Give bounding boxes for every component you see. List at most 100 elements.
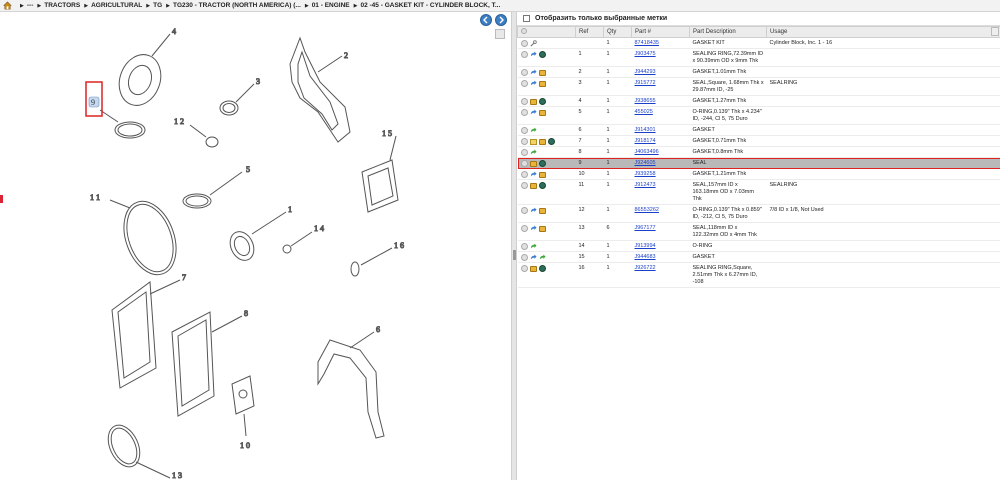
breadcrumb-item[interactable]: 02 -45 - GASKET KIT - CYLINDER BLOCK, T.… [360,2,500,9]
row-options-icon[interactable] [520,127,528,134]
callout-11[interactable]: 1 1 [90,193,101,203]
part-number-link[interactable]: J903475 [635,51,656,57]
info-arrow-icon[interactable] [530,51,537,58]
part-number-link[interactable]: J926722 [635,265,656,271]
info-arrow-icon[interactable] [530,109,537,116]
parts-row[interactable]: 3 1 J915772 SEAL,Square, 1.68mm Thk x 29.87… [517,77,1000,96]
globe-icon[interactable] [538,160,546,167]
part-number-link[interactable]: J915772 [635,80,656,86]
part-15-gasket[interactable] [361,135,399,213]
row-options-icon[interactable] [520,138,528,145]
callout-16[interactable]: 1 6 [394,241,405,251]
replacement-arrow-icon[interactable] [530,243,537,250]
info-arrow-icon[interactable] [530,225,537,232]
row-options-icon[interactable] [520,40,528,47]
part-number-link[interactable]: J924605 [635,160,656,166]
replacement-arrow-icon[interactable] [530,127,537,134]
part-12-o-ring[interactable] [189,124,219,148]
callout-2[interactable]: 2 [344,51,349,61]
callout-13[interactable]: 1 3 [172,471,183,480]
part-number-link[interactable]: 455025 [635,109,653,115]
part-13-seal[interactable] [102,420,171,479]
breadcrumb-item[interactable]: --- [27,2,34,9]
parts-row[interactable]: 1 87418435 GASKET KIT Cylinder Block, Inc. … [517,37,1000,49]
parts-row[interactable]: 2 1 J944293 GASKET,1.01mm Thk [517,66,1000,78]
callout-15[interactable]: 1 5 [382,129,393,139]
row-options-icon[interactable] [520,69,528,76]
callout-7[interactable]: 7 [182,273,187,283]
row-options-icon[interactable] [520,265,528,272]
part-2-gasket[interactable] [289,36,351,143]
parts-row[interactable]: 11 1 J912473 SEAL,157mm ID x 163.18mm OD x … [517,179,1000,205]
parts-row[interactable]: 6 1 J914301 GASKET [517,124,1000,136]
part-8-gasket[interactable] [171,311,243,417]
part-5-o-ring[interactable] [182,171,243,209]
callout-3[interactable]: 3 [256,77,261,87]
breadcrumb-item[interactable]: TRACTORS [44,2,80,9]
package-icon[interactable] [538,207,546,214]
parts-row[interactable]: 4 1 J938655 GASKET,1.27mm Thk [517,95,1000,107]
parts-row[interactable]: 12 1 86553262 O-RING,0.139" Thk x 0.859" ID… [517,204,1000,223]
part-3-seal[interactable] [219,83,255,116]
part-number-link[interactable]: J913994 [635,243,656,249]
breadcrumb-item[interactable]: TG [153,2,162,9]
options-icon[interactable] [521,28,527,34]
part-6-gasket[interactable] [317,331,385,439]
row-options-icon[interactable] [520,98,528,105]
show-selected-only-checkbox[interactable] [523,15,530,22]
part-10-gasket[interactable] [231,375,255,437]
parts-row[interactable]: 1 1 J903475 SEALING RING,72.39mm ID x 90.39… [517,48,1000,67]
package-icon[interactable] [538,138,546,145]
callout-9-highlight[interactable]: 9 [85,81,103,117]
row-options-icon[interactable] [520,207,528,214]
callout-4[interactable]: 4 [172,27,177,37]
part-16-sealing-ring[interactable] [350,247,393,277]
info-arrow-icon[interactable] [530,69,537,76]
package-icon[interactable] [538,225,546,232]
breadcrumb-item[interactable]: TG230 - TRACTOR (NORTH AMERICA) (... [173,2,301,9]
part-14-o-ring[interactable] [282,231,313,254]
parts-row[interactable]: 16 1 J926722 SEALING RING,Square, 2.51mm Th… [517,262,1000,288]
callout-5[interactable]: 5 [246,165,251,175]
row-options-icon[interactable] [520,171,528,178]
replacement-arrow-icon[interactable] [539,254,546,261]
folder-icon[interactable] [529,138,537,145]
splitter-grip-icon[interactable] [513,250,516,260]
package-icon[interactable] [538,80,546,87]
globe-icon[interactable] [538,265,546,272]
part-number-link[interactable]: J4063496 [635,149,659,155]
part-11-seal[interactable] [109,194,186,282]
part-1-sealing-ring[interactable] [226,211,287,264]
header-usage[interactable]: Usage [766,26,1000,38]
callout-8[interactable]: 8 [244,309,249,319]
parts-row[interactable]: 5 1 455025 O-RING,0.139" Thk x 4.234" ID, -… [517,106,1000,125]
globe-icon[interactable] [538,98,546,105]
row-options-icon[interactable] [520,160,528,167]
row-options-icon[interactable] [520,254,528,261]
row-options-icon[interactable] [520,109,528,116]
info-arrow-icon[interactable] [530,80,537,87]
info-arrow-icon[interactable] [530,207,537,214]
header-qty[interactable]: Qty [603,26,632,38]
package-icon[interactable] [538,69,546,76]
previous-button[interactable] [480,14,492,26]
package-icon[interactable] [538,171,546,178]
row-options-icon[interactable] [520,80,528,87]
callout-14[interactable]: 1 4 [314,224,325,234]
package-icon[interactable] [538,109,546,116]
globe-icon[interactable] [547,138,555,145]
home-icon[interactable] [3,1,12,10]
row-options-icon[interactable] [520,225,528,232]
parts-row[interactable]: 15 1 J944683 GASKET [517,251,1000,263]
globe-icon[interactable] [538,182,546,189]
next-button[interactable] [495,14,507,26]
header-part-number[interactable]: Part # [631,26,690,38]
info-arrow-icon[interactable] [530,171,537,178]
row-options-icon[interactable] [520,51,528,58]
parts-row[interactable]: 7 1 J918174 GASKET,0.71mm Thk [517,135,1000,147]
callout-10[interactable]: 1 0 [240,441,251,451]
breadcrumb-item[interactable]: AGRICULTURAL [91,2,142,9]
header-ref[interactable]: Ref [575,26,604,38]
part-number-link[interactable]: J912473 [635,182,656,188]
parts-row[interactable]: 8 1 J4063496 GASKET,0.8mm Thk [517,146,1000,158]
